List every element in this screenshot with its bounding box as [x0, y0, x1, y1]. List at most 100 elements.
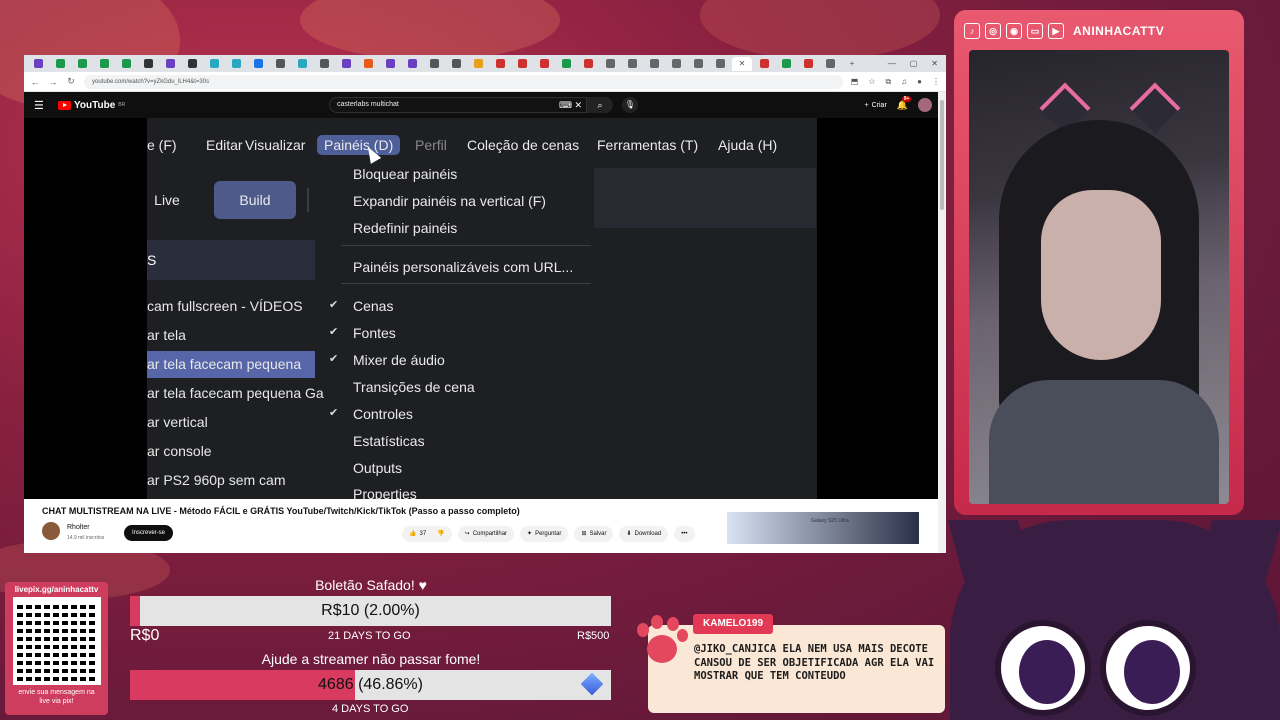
menu-profile[interactable]: Perfil [415, 137, 447, 153]
browser-tab[interactable] [622, 57, 642, 71]
browser-tab[interactable] [138, 57, 158, 71]
hamburger-menu-icon[interactable]: ☰ [34, 99, 50, 112]
more-button[interactable]: ••• [674, 526, 695, 542]
scene-list-item[interactable]: ar tela facecam pequena Ga [147, 380, 324, 407]
browser-tab[interactable] [72, 57, 92, 71]
menu-tools[interactable]: Ferramentas (T) [597, 137, 698, 153]
install-icon[interactable]: ⬒ [851, 77, 859, 87]
menu-scene-collection[interactable]: Coleção de cenas [467, 137, 579, 153]
new-tab-button[interactable]: + [842, 57, 862, 71]
close-icon[interactable]: ✕ [931, 59, 938, 68]
menu-view[interactable]: Visualizar [245, 137, 305, 153]
browser-tab[interactable] [490, 57, 510, 71]
ask-button[interactable]: ✦ Perguntar [520, 526, 569, 542]
voice-search-button[interactable]: 🎙 [622, 97, 638, 113]
browser-tab[interactable] [644, 57, 664, 71]
clear-search-icon[interactable]: ⌨ ✕ [559, 98, 582, 112]
browser-tab[interactable] [226, 57, 246, 71]
notifications-icon[interactable]: 🔔 9+ [897, 95, 912, 111]
tab-close-icon[interactable]: ✕ [732, 56, 752, 71]
menu-item-reset-docks[interactable]: Redefinir painéis [353, 220, 457, 236]
menu-item-properties[interactable]: Properties [353, 486, 417, 499]
mode-build-button[interactable]: Build [214, 181, 296, 219]
url-field[interactable]: youtube.com/watch?v=yZkGdu_lLH4&t=30s [84, 74, 843, 89]
menu-item-controls[interactable]: ✔ Controles [329, 406, 413, 422]
browser-tab[interactable] [446, 57, 466, 71]
browser-tab[interactable] [94, 57, 114, 71]
browser-tab[interactable] [28, 57, 48, 71]
browser-tab[interactable] [578, 57, 598, 71]
minimize-icon[interactable]: — [888, 59, 896, 68]
mode-live-button[interactable]: Live [147, 181, 187, 219]
back-icon[interactable]: ← [30, 77, 40, 87]
menu-docks[interactable]: Painéis (D) [317, 135, 401, 155]
browser-tab[interactable] [292, 57, 312, 71]
menu-item-audio-mixer[interactable]: ✔ Mixer de áudio [329, 352, 445, 368]
browser-tab[interactable] [402, 57, 422, 71]
search-button[interactable]: ⌕ [587, 97, 613, 113]
browser-tab[interactable] [512, 57, 532, 71]
reload-icon[interactable]: ↻ [66, 76, 76, 87]
download-button[interactable]: ⬇ Download [619, 526, 669, 542]
browser-tab[interactable] [556, 57, 576, 71]
thumbs-down-icon[interactable]: 👎 [437, 526, 444, 542]
browser-tab[interactable] [820, 57, 840, 71]
video-player[interactable]: e (F) Editar Visualizar Painéis (D) Perf… [24, 118, 938, 499]
browser-tab[interactable] [160, 57, 180, 71]
avatar[interactable] [918, 98, 932, 112]
menu-item-stats[interactable]: Estatísticas [353, 433, 425, 449]
media-icon[interactable]: ♫ [901, 77, 907, 87]
scene-list-item[interactable]: ar vertical [147, 409, 208, 436]
browser-tab[interactable] [204, 57, 224, 71]
like-button[interactable]: 👍 37 👎 [402, 526, 452, 542]
browser-tab[interactable] [314, 57, 334, 71]
channel-avatar[interactable] [42, 522, 60, 540]
browser-tab[interactable] [710, 57, 730, 71]
browser-tab[interactable] [50, 57, 70, 71]
browser-tab[interactable] [754, 57, 774, 71]
browser-tab[interactable] [116, 57, 136, 71]
scene-list-item[interactable]: ar PS2 960p sem cam [147, 467, 286, 494]
menu-item-outputs[interactable]: Outputs [353, 460, 402, 476]
browser-tab[interactable] [248, 57, 268, 71]
browser-tab[interactable] [468, 57, 488, 71]
forward-icon[interactable]: → [48, 77, 58, 87]
extensions-icon[interactable]: ⧉ [885, 77, 891, 87]
menu-item-custom-docks[interactable]: Painéis personalizáveis com URL... [353, 259, 573, 275]
browser-tab[interactable] [182, 57, 202, 71]
scene-list-item[interactable]: cam fullscreen - VÍDEOS [147, 293, 303, 320]
menu-file[interactable]: e (F) [147, 137, 177, 153]
search-input[interactable]: casterlabs multichat ⌨ ✕ [329, 97, 587, 113]
create-button[interactable]: + Criar [865, 102, 887, 109]
browser-tab[interactable] [776, 57, 796, 71]
browser-tab[interactable] [798, 57, 818, 71]
maximize-icon[interactable]: ▢ [910, 59, 918, 68]
scene-list-item[interactable]: ar tela [147, 322, 186, 349]
browser-tab[interactable] [600, 57, 620, 71]
bookmark-star-icon[interactable]: ☆ [868, 77, 875, 87]
scene-list-item[interactable]: ar tela facecam pequena [147, 351, 315, 378]
browser-tab[interactable] [534, 57, 554, 71]
scrollbar-thumb[interactable] [940, 100, 944, 210]
menu-item-scene-transitions[interactable]: Transições de cena [353, 379, 475, 395]
subscribe-button[interactable]: Inscrever-se [124, 525, 174, 541]
browser-tab[interactable] [424, 57, 444, 71]
save-button[interactable]: ⊞ Salvar [574, 526, 614, 542]
profile-icon[interactable]: ● [917, 77, 922, 87]
browser-tab[interactable] [688, 57, 708, 71]
browser-tab[interactable] [336, 57, 356, 71]
menu-help[interactable]: Ajuda (H) [718, 137, 777, 153]
share-button[interactable]: ↪ Compartilhar [457, 526, 515, 542]
menu-item-lock-docks[interactable]: Bloquear painéis [353, 166, 457, 182]
browser-tab[interactable] [380, 57, 400, 71]
menu-item-sources[interactable]: ✔ Fontes [329, 325, 396, 341]
channel-name[interactable]: Rholter [67, 524, 90, 531]
browser-tab[interactable] [666, 57, 686, 71]
menu-item-expand-docks[interactable]: Expandir painéis na vertical (F) [353, 193, 546, 209]
menu-edit[interactable]: Editar [206, 137, 243, 153]
menu-dots-icon[interactable]: ⋮ [932, 77, 940, 87]
menu-item-scenes[interactable]: ✔ Cenas [329, 298, 393, 314]
browser-tab[interactable] [270, 57, 290, 71]
youtube-logo[interactable]: YouTube BR [58, 100, 125, 111]
browser-tab[interactable] [358, 57, 378, 71]
